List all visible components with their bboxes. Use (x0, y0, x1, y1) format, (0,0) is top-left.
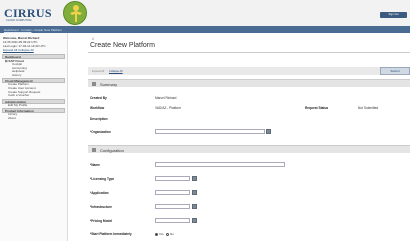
panel-toggle-icon (92, 148, 96, 152)
pricing-model-label: *Pricing Model (90, 219, 113, 223)
user-info: Welcome, Marcel Richard 14:35 2011-05 09… (0, 33, 67, 53)
top-header: CIRRUS CLOUD COMPUTING Sign Out (0, 0, 410, 26)
infrastructure-lookup-icon[interactable] (192, 204, 197, 209)
expand-collapse-links[interactable]: Expand All Collapse All (3, 48, 64, 52)
radio-yes-label: Yes (158, 232, 164, 236)
sidebar-item-history[interactable]: History (0, 73, 67, 78)
organization-field[interactable] (155, 129, 265, 134)
organization-label: *Organization (90, 130, 111, 134)
summary-panel-header[interactable]: Summary (88, 79, 410, 87)
infrastructure-field[interactable] (155, 204, 190, 209)
breadcrumb-bar: Dashboard : Contact › Create New Platfor… (0, 26, 410, 33)
workflow-value: VAD/AZ - Platform (155, 106, 181, 110)
configuration-heading: Configuration (100, 147, 124, 153)
name-field[interactable] (155, 162, 285, 167)
title-divider (88, 52, 410, 53)
licensing-type-field[interactable] (155, 176, 190, 181)
submit-button[interactable]: Submit (380, 67, 410, 75)
page-title: Create New Platform (90, 42, 155, 49)
workflow-label: Workflow (90, 106, 105, 110)
sidebar-item-edit-profile[interactable]: Edit My Profile (0, 103, 67, 108)
sidebar: Welcome, Marcel Richard 14:35 2011-05 09… (0, 33, 68, 241)
brand-logo-subtitle: CLOUD COMPUTING (6, 19, 32, 22)
collapse-all-link[interactable]: Collapse All (109, 70, 123, 73)
created-by-label: Created By (90, 96, 107, 100)
configuration-panel-header[interactable]: Configuration (88, 145, 410, 153)
pricing-model-lookup-icon[interactable] (192, 218, 197, 223)
radio-no[interactable] (166, 232, 170, 236)
created-by-value: Marcel Richard (155, 96, 177, 100)
description-label: Description (90, 117, 108, 121)
breadcrumb-current: › Create New Platform (32, 27, 63, 32)
organization-lookup-icon[interactable] (266, 129, 271, 134)
application-field[interactable] (155, 190, 190, 195)
infrastructure-label: *Infrastructure (90, 205, 112, 209)
start-immediately-radio-group: Yes No (155, 232, 174, 236)
page-marker: // (92, 36, 95, 41)
licensing-type-label: *Licensing Type (90, 177, 115, 181)
figure-icon (63, 1, 87, 25)
application-label: *Application (90, 191, 109, 195)
expand-all-link[interactable]: Expand All (92, 70, 104, 73)
breadcrumb: Dashboard : Contact › Create New Platfor… (4, 28, 62, 32)
summary-heading: Summary (100, 81, 118, 87)
licensing-type-lookup-icon[interactable] (192, 176, 197, 181)
breadcrumb-link[interactable]: Dashboard : Contact (4, 28, 32, 32)
name-label: *Name (90, 163, 100, 167)
sign-out-button[interactable]: Sign Out (380, 12, 407, 18)
radio-yes[interactable] (155, 232, 158, 236)
start-immediately-label: *Start Platform Immediately (90, 232, 132, 236)
panel-toggle-icon (92, 82, 96, 86)
sidebar-item-about[interactable]: About (0, 116, 67, 121)
request-status-value: Not Submitted (358, 106, 379, 110)
main-content: // Create New Platform Expand All Collap… (80, 33, 410, 241)
application-lookup-icon[interactable] (192, 190, 197, 195)
radio-no-label: No (170, 232, 174, 236)
form-toolbar: Expand All Collapse All Submit (88, 67, 410, 75)
pricing-model-field[interactable] (155, 218, 190, 223)
request-status-label: Request Status (305, 106, 329, 110)
sidebar-item-cash-voucher[interactable]: Cash a Voucher (0, 94, 67, 98)
